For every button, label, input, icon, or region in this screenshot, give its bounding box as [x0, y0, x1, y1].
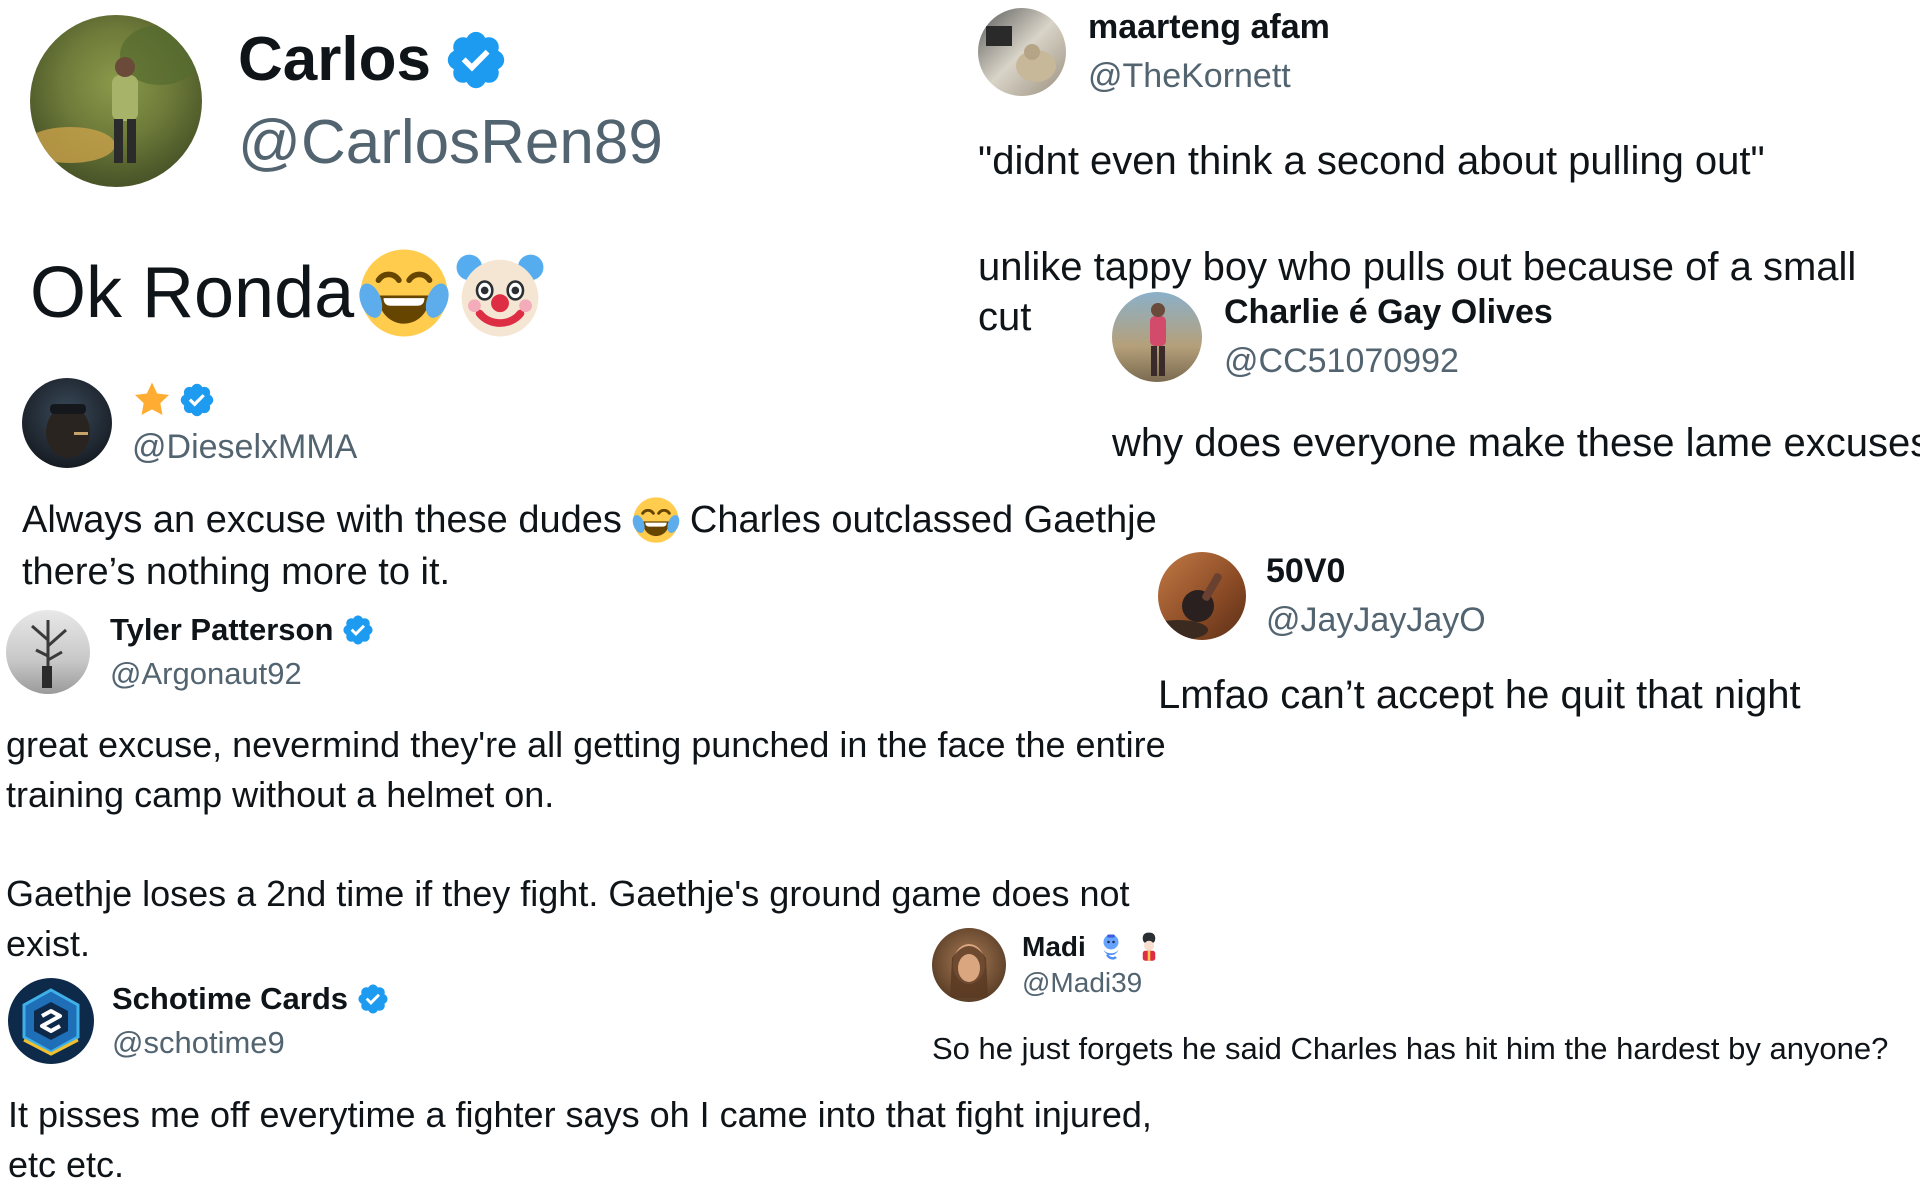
user-name[interactable]: 50V0: [1266, 552, 1345, 591]
avatar[interactable]: [1158, 552, 1246, 640]
user-handle[interactable]: @CC51070992: [1224, 342, 1553, 381]
tweet-schotime: Schotime Cards @schotime9 It pisses me o…: [8, 978, 1152, 1189]
star-icon: [132, 380, 172, 420]
joy-emoji-icon: [632, 496, 680, 544]
user-name[interactable]: Charlie é Gay Olives: [1224, 293, 1553, 332]
user-name[interactable]: Tyler Patterson: [110, 612, 333, 648]
avatar[interactable]: [1112, 292, 1202, 382]
tweet-text-line-2: etc etc.: [8, 1143, 125, 1185]
user-name[interactable]: Carlos: [238, 24, 431, 95]
tweet-text-line-2: there’s nothing more to it.: [22, 551, 451, 594]
user-handle[interactable]: @Argonaut92: [110, 656, 375, 692]
user-name[interactable]: Schotime Cards: [112, 981, 348, 1017]
tweet-text-line-1: great excuse, nevermind they're all gett…: [6, 724, 1166, 765]
user-handle[interactable]: @DieselxMMA: [132, 428, 357, 467]
tweet-diesel: @DieselxMMA Always an excuse with these …: [22, 378, 1157, 599]
tweet-text: Lmfao can’t accept he quit that night: [1158, 673, 1801, 717]
tweet-50v0: 50V0 @JayJayJayO Lmfao can’t accept he q…: [1158, 552, 1801, 720]
tweet-text-part-2: Charles outclassed Gaethje: [689, 499, 1157, 541]
verified-badge-icon: [178, 381, 216, 419]
avatar[interactable]: [30, 15, 202, 187]
tweet-carlos: Carlos @CarlosRen89 Ok Ronda: [30, 15, 663, 339]
tweet-text: Ok Ronda: [30, 247, 663, 339]
avatar[interactable]: [8, 978, 94, 1064]
tweet-text-line-2: training camp without a helmet on.: [6, 773, 555, 815]
user-name[interactable]: Madi: [1022, 931, 1086, 963]
tweet-charlie: Charlie é Gay Olives @CC51070992 why doe…: [1112, 292, 1920, 468]
tweet-text: why does everyone make these lame excuse…: [1112, 421, 1920, 465]
tweet-tyler: Tyler Patterson @Argonaut92 great excuse…: [6, 610, 1166, 969]
verified-badge-icon: [443, 27, 509, 93]
avatar[interactable]: [978, 8, 1066, 96]
verified-badge-icon: [341, 613, 375, 647]
user-name[interactable]: maarteng afam: [1088, 8, 1330, 47]
avatar[interactable]: [22, 378, 112, 468]
tweet-text: It pisses me off everytime a fighter say…: [8, 1090, 1152, 1189]
avatar[interactable]: [6, 610, 90, 694]
user-handle[interactable]: @schotime9: [112, 1025, 390, 1061]
guard-emoji-icon: [1134, 932, 1164, 962]
tweet-text-line-1: "didnt even think a second about pulling…: [978, 139, 1765, 183]
verified-badge-icon: [356, 982, 390, 1016]
tweet-text: Always an excuse with these dudes Charle…: [22, 494, 1157, 599]
user-handle[interactable]: @TheKornett: [1088, 57, 1330, 96]
tweet-text-line-3: Gaethje loses a 2nd time if they fight. …: [6, 873, 1130, 915]
clown-emoji-icon: [454, 247, 546, 339]
joy-emoji-icon: [358, 247, 450, 339]
genie-emoji-icon: [1096, 932, 1126, 962]
tweet-text-line-1: It pisses me off everytime a fighter say…: [8, 1094, 1152, 1135]
tweet-text-part-1: Always an excuse with these dudes: [22, 499, 622, 541]
tweet-text-content: Ok Ronda: [30, 253, 355, 333]
user-handle[interactable]: @JayJayJayO: [1266, 601, 1486, 640]
user-handle[interactable]: @CarlosRen89: [238, 107, 663, 178]
